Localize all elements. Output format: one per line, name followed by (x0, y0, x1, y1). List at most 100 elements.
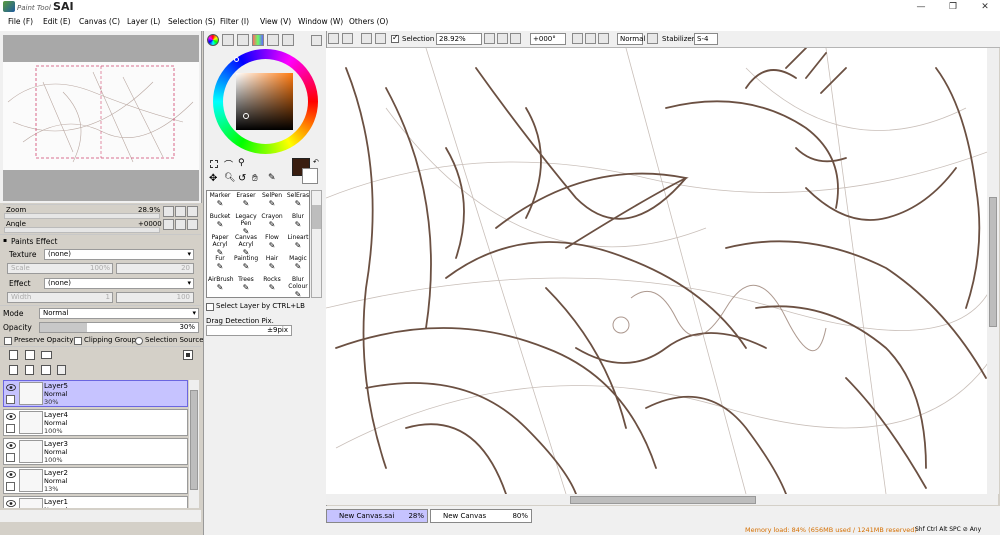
layer-hscrollbar[interactable] (0, 510, 201, 522)
brush-eraser[interactable]: Eraser ✎ (234, 192, 258, 213)
menu-layer[interactable]: Layer (L) (127, 17, 160, 26)
nav-rotate-left-button[interactable] (163, 219, 174, 230)
zoom-in-button[interactable] (497, 33, 508, 44)
menu-selection[interactable]: Selection (S) (168, 17, 216, 26)
select-layer-ctrl-checkbox[interactable] (206, 303, 214, 311)
drawing-canvas[interactable] (326, 48, 998, 494)
brush-canvas-acryl[interactable]: Canvas Acryl ✎ (234, 234, 258, 257)
new-layer-icon[interactable] (9, 350, 18, 360)
lock-checkbox[interactable] (6, 453, 15, 462)
trash-icon[interactable] (57, 365, 66, 375)
hue-cursor[interactable] (234, 57, 239, 62)
undo-button[interactable] (328, 33, 339, 44)
zoom-slider[interactable] (4, 213, 160, 219)
menu-filter[interactable]: Filter (I) (220, 17, 249, 26)
eye-icon[interactable] (6, 412, 16, 421)
layer-row[interactable]: Layer1Normal (3, 496, 188, 508)
color-picker-cursor[interactable] (243, 113, 249, 119)
scale-slider[interactable]: Scale 100% (7, 263, 113, 274)
brush-blur-colour[interactable]: Blur Colour ✎ (286, 276, 310, 299)
selection-source-radio[interactable] (135, 337, 143, 345)
scratchpad-tab-icon[interactable] (282, 34, 294, 46)
nav-zoom-out-button[interactable] (163, 206, 174, 217)
swap-colors-icon[interactable]: ↶ (313, 158, 319, 166)
collapse-icon[interactable]: ▪ (3, 237, 7, 244)
width-slider[interactable]: Width 1 (7, 292, 113, 303)
layer-row[interactable]: Layer2 Normal 13% (3, 467, 188, 494)
saturation-value-square[interactable] (236, 73, 293, 130)
brush-flow[interactable]: Flow ✎ (260, 234, 284, 255)
redo-button[interactable] (342, 33, 353, 44)
invert-selection-button[interactable] (375, 33, 386, 44)
rotate-right-button[interactable] (585, 33, 596, 44)
menu-window[interactable]: Window (W) (298, 17, 343, 26)
swatches-tab-icon[interactable] (267, 34, 279, 46)
brush-grid-scroll-thumb[interactable] (312, 205, 321, 229)
selection-checkbox[interactable]: ✓ (391, 33, 399, 43)
close-button[interactable]: ✕ (970, 0, 1000, 14)
merge-down-icon[interactable] (25, 365, 34, 375)
zoom-reset-button[interactable] (510, 33, 521, 44)
angle-slider[interactable] (4, 227, 160, 233)
clear-layer-icon[interactable] (41, 365, 51, 375)
eye-icon[interactable] (6, 499, 16, 508)
lock-checkbox[interactable] (6, 482, 15, 491)
brush-hair[interactable]: Hair ✎ (260, 255, 284, 276)
rotate-tool-icon[interactable]: ↺ (238, 173, 246, 184)
rect-select-icon[interactable] (210, 160, 218, 168)
color-mixer-tab-icon[interactable] (252, 34, 264, 46)
menu-canvas[interactable]: Canvas (C) (79, 17, 120, 26)
zoom-out-button[interactable] (484, 33, 495, 44)
canvas-tab-active[interactable]: New Canvas.sai 28% (326, 509, 428, 523)
lock-checkbox[interactable] (6, 424, 15, 433)
angle-field[interactable]: +000° (530, 33, 566, 45)
tool-panel-menu-icon[interactable] (311, 35, 322, 46)
blend-mode-field[interactable]: Normal (617, 33, 645, 45)
brush-selpen[interactable]: SelPen ✎ (260, 192, 284, 213)
brush-magic[interactable]: Magic ✎ (286, 255, 310, 276)
menu-file[interactable]: File (F) (8, 17, 33, 26)
color-wheel-tab-icon[interactable] (207, 34, 219, 46)
brush-rocks[interactable]: Rocks ✎ (260, 276, 284, 297)
effect-select[interactable]: (none) ▾ (44, 278, 194, 289)
canvas-hscroll-thumb[interactable] (570, 496, 756, 504)
canvas-tab[interactable]: New Canvas 80% (430, 509, 532, 523)
layer-row[interactable]: Layer5 Normal 30% (3, 380, 188, 407)
drag-detection-slider[interactable]: ±9pix (206, 325, 292, 336)
brush-crayon[interactable]: Crayon ✎ (260, 213, 284, 234)
menu-edit[interactable]: Edit (E) (43, 17, 71, 26)
new-layer-set-icon[interactable] (25, 350, 35, 360)
brush-legacy-pen[interactable]: Legacy Pen ✎ (234, 213, 258, 236)
brush-lineart[interactable]: Lineart ✎ (286, 234, 310, 255)
minimize-button[interactable]: — (906, 0, 936, 14)
layer-list-scroll-thumb[interactable] (190, 390, 198, 490)
move-icon[interactable]: ✥ (209, 173, 217, 184)
eye-icon[interactable] (6, 441, 16, 450)
brush-fur[interactable]: Fur ✎ (208, 255, 232, 276)
maximize-button[interactable]: ❐ (938, 0, 968, 14)
nav-rotate-reset-button[interactable] (187, 219, 198, 230)
brush-icon[interactable] (6, 395, 15, 404)
canvas-vscroll-thumb[interactable] (989, 197, 997, 327)
brush-airbrush[interactable]: AirBrush ✎ (208, 276, 234, 297)
brush-blur[interactable]: Blur ✎ (286, 213, 310, 234)
brush-trees[interactable]: Trees ✎ (234, 276, 258, 297)
rotate-left-button[interactable] (572, 33, 583, 44)
layer-mode-select[interactable]: Normal ▾ (39, 308, 199, 319)
eye-icon[interactable] (6, 383, 16, 392)
secondary-color-swatch[interactable] (302, 168, 318, 184)
zoom-field[interactable]: 28.92% (436, 33, 482, 45)
nav-zoom-in-button[interactable] (175, 206, 186, 217)
menu-others[interactable]: Others (O) (349, 17, 388, 26)
nav-rotate-right-button[interactable] (175, 219, 186, 230)
brush-seleras[interactable]: SelEras ✎ (286, 192, 310, 213)
hand-icon[interactable]: ✋︎ (252, 173, 258, 184)
menu-view[interactable]: View (V) (260, 17, 291, 26)
layer-row[interactable]: Layer3 Normal 100% (3, 438, 188, 465)
deselect-button[interactable] (361, 33, 372, 44)
zoom-tool-icon[interactable]: 🔍︎ (224, 173, 235, 183)
hsv-slider-tab-icon[interactable] (237, 34, 249, 46)
width-strength-slider[interactable]: 100 (116, 292, 194, 303)
lasso-icon[interactable]: ⌒ (224, 158, 233, 171)
magic-wand-icon[interactable]: ⚲ (238, 158, 245, 168)
